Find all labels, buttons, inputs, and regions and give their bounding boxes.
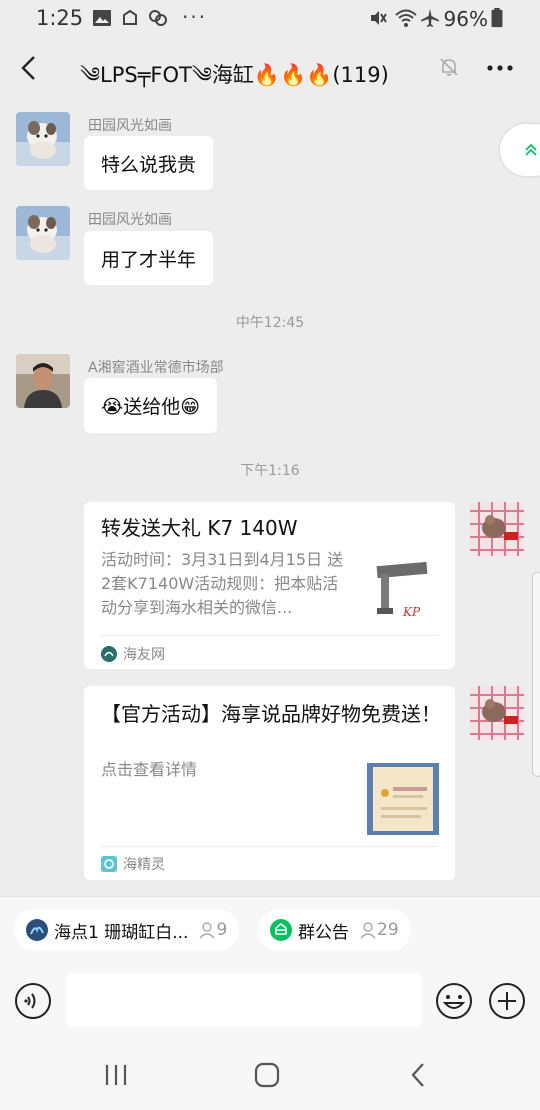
plaid-avatar-image xyxy=(470,502,524,556)
coral-tank-icon xyxy=(26,919,48,941)
card-source: 海友网 xyxy=(101,644,165,664)
group-announcement-chip[interactable]: 群公告 29 xyxy=(258,909,411,951)
vibrate-mute-icon xyxy=(371,11,387,25)
sender-name: 田园风光如画 xyxy=(88,212,172,228)
chat-title[interactable]: ༄LPS╤FOT༄海缸🔥🔥🔥(119) xyxy=(80,52,440,111)
haiyou-logo-icon xyxy=(101,646,117,662)
card-divider xyxy=(101,635,438,636)
message-input-bar xyxy=(0,962,540,1040)
battery-percent: 96% xyxy=(443,7,488,31)
home-icon xyxy=(254,1062,280,1088)
jump-to-unread-button[interactable] xyxy=(500,124,540,176)
avatar[interactable] xyxy=(16,354,70,408)
promo-poster-image xyxy=(367,763,439,835)
message-bubble[interactable]: 用了才半年 xyxy=(84,231,214,285)
group-tools-bar: 海点1 珊瑚缸白... 9 群公告 29 xyxy=(0,896,540,962)
chip-count-value: 29 xyxy=(377,920,399,940)
card-source: 海精灵 xyxy=(101,854,165,874)
system-back-icon xyxy=(411,1063,424,1087)
system-back-button[interactable] xyxy=(398,1060,438,1090)
card-title: 【官方活动】海享说品牌好物免费送！ xyxy=(101,702,441,726)
timestamp: 下午1:16 xyxy=(240,463,300,479)
mini-program-card[interactable]: 【官方活动】海享说品牌好物免费送！ 点击查看详情 海精灵 xyxy=(84,686,455,880)
status-bar: 1:25 ··· 96% xyxy=(0,0,540,38)
share-notification-icon xyxy=(123,9,137,25)
card-description: 点击查看详情 xyxy=(101,760,198,779)
home-button[interactable] xyxy=(247,1060,287,1090)
battery-icon xyxy=(491,8,503,28)
status-time: 1:25 xyxy=(36,6,84,30)
card-divider xyxy=(101,846,438,847)
more-functions-button[interactable] xyxy=(488,982,526,1020)
card-title: 转发送大礼 K7 140W xyxy=(101,516,298,540)
card-thumbnail: KP xyxy=(367,554,439,626)
chip-count: 9 xyxy=(198,920,227,940)
avatar[interactable] xyxy=(16,206,70,260)
dog-avatar-image xyxy=(16,112,70,166)
recent-apps-button[interactable] xyxy=(96,1060,136,1090)
sender-name: 田园风光如画 xyxy=(88,118,172,134)
sender-name: A湘窖酒业常德市场部 xyxy=(88,360,224,376)
person-icon xyxy=(199,922,215,939)
avatar[interactable] xyxy=(16,112,70,166)
person-avatar-image xyxy=(16,354,70,408)
card-source-name: 海精灵 xyxy=(123,857,165,873)
more-notifications-indicator: ··· xyxy=(182,5,208,29)
my-avatar[interactable] xyxy=(470,686,524,740)
dog-avatar-image xyxy=(16,206,70,260)
announcement-icon xyxy=(270,919,292,941)
link-card[interactable]: 转发送大礼 K7 140W 活动时间：3月31日到4月15日 送2套K7140W… xyxy=(84,502,455,669)
system-nav-bar xyxy=(0,1040,540,1110)
message-bubble[interactable]: 😭送给他😁 xyxy=(84,378,218,433)
card-source-name: 海友网 xyxy=(123,647,165,663)
scrollbar-thumb[interactable] xyxy=(532,572,540,777)
chip-count-value: 9 xyxy=(216,920,228,940)
recent-apps-icon xyxy=(105,1065,127,1085)
more-dots-icon xyxy=(487,65,513,71)
chip-label: 海点1 珊瑚缸白... xyxy=(54,922,189,943)
chip-count: 29 xyxy=(359,920,399,940)
back-button[interactable] xyxy=(10,50,46,86)
voice-input-button[interactable] xyxy=(14,982,52,1020)
group-tool-chip[interactable]: 海点1 珊瑚缸白... 9 xyxy=(14,909,240,951)
card-description: 活动时间：3月31日到4月15日 送2套K7140W活动规则：把本贴活动分享到海… xyxy=(101,550,344,617)
card-thumbnail xyxy=(367,763,439,835)
wechat-notification-icon xyxy=(149,10,167,26)
chat-header: ༄LPS╤FOT༄海缸🔥🔥🔥(119) xyxy=(0,38,540,98)
wifi-icon xyxy=(395,9,417,27)
mute-bell-icon xyxy=(440,58,458,76)
my-avatar[interactable] xyxy=(470,502,524,556)
airplane-mode-icon xyxy=(421,9,439,27)
message-bubble[interactable]: 特么说我贵 xyxy=(84,136,214,190)
chip-label: 群公告 xyxy=(298,922,349,943)
gallery-icon xyxy=(93,10,111,26)
plaid-avatar-image xyxy=(470,686,524,740)
timestamp: 中午12:45 xyxy=(235,315,305,331)
emoji-button[interactable] xyxy=(435,982,473,1020)
svg-text:KP: KP xyxy=(402,605,421,619)
message-input[interactable] xyxy=(66,973,422,1027)
haijingling-logo-icon xyxy=(101,856,117,872)
double-chevron-up-icon xyxy=(525,143,537,156)
person-icon xyxy=(360,922,376,939)
more-options-button[interactable] xyxy=(480,52,520,84)
light-fixture-image: KP xyxy=(367,554,439,626)
back-arrow-icon xyxy=(21,56,35,80)
